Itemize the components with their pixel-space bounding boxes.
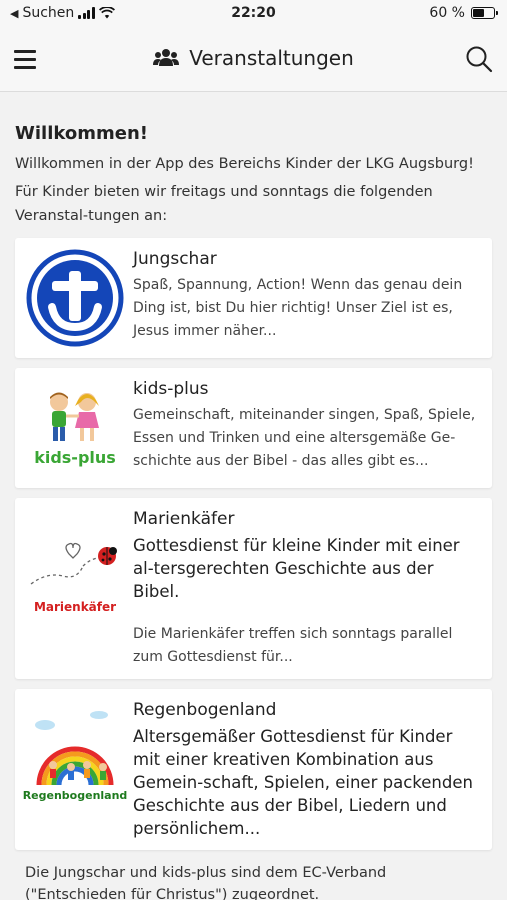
jungschar-logo [25,248,125,348]
welcome-heading: Willkommen! [15,123,148,144]
card-title: Jungschar [133,249,217,269]
regenbogenland-logo: Regenbogenland [22,699,128,809]
marienkaefer-logo-text: Marienkäfer [33,600,117,614]
navigation-bar: Veranstaltungen [0,28,507,92]
page-title: Veranstaltungen [189,46,354,70]
event-card-marienkaefer[interactable]: Marienkäfer Marienkäfer Gottesdienst für… [15,498,492,679]
search-icon[interactable] [465,45,493,73]
kids-plus-logo: kids-plus [25,378,125,478]
welcome-text: Willkommen in der App des Bereichs Kinde… [15,156,474,172]
battery-percent: 60 % [429,5,465,21]
footer-note: Die Jungschar und kids-plus sind dem EC-… [25,865,387,900]
intro-text: Für Kinder bieten wir freitags und sonnt… [15,184,433,224]
card-title: kids-plus [133,379,209,399]
nav-title-group: Veranstaltungen [0,46,507,70]
users-icon [153,49,180,66]
card-description: Spaß, Spannung, Action! Wenn das genau d… [133,277,463,339]
card-title: Marienkäfer [133,509,235,529]
card-description: Gemeinschaft, miteinander singen, Spaß, … [133,407,476,469]
marienkaefer-logo: Marienkäfer [25,508,125,638]
battery-status: 60 % [429,5,498,21]
regenbogenland-logo-text: Regenbogenland [22,788,128,802]
event-card-regenbogenland[interactable]: Regenbogenland Regenbogenland Altersgemä… [15,689,492,850]
card-title: Regenbogenland [133,700,277,720]
event-card-kids-plus[interactable]: kids-plus kids-plus Gemeinschaft, mitein… [15,368,492,488]
status-bar: ◀ Suchen 22:20 60 % [0,0,507,28]
card-subtitle: Gottesdienst für kleine Kinder mit einer… [133,536,460,601]
main-content[interactable]: Willkommen! Willkommen in der App des Be… [0,93,507,900]
card-description: Die Marienkäfer treffen sich sonntags pa… [133,626,453,665]
kids-plus-logo-text: kids-plus [34,447,116,467]
card-subtitle: Altersgemäßer Gottesdienst für Kinder mi… [133,727,473,838]
event-card-jungschar[interactable]: Jungschar Spaß, Spannung, Action! Wenn d… [15,238,492,358]
battery-icon [471,7,498,19]
